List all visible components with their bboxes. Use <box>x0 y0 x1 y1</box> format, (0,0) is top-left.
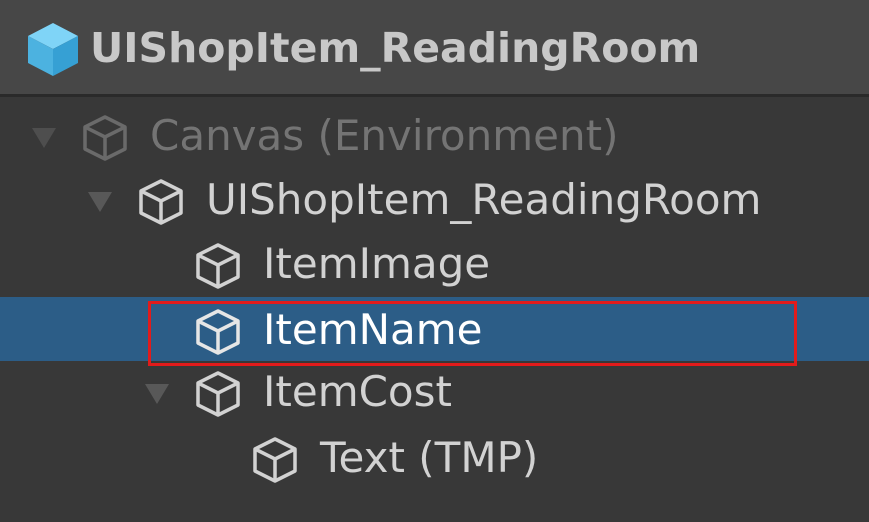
highlight-annotation-box <box>148 301 797 366</box>
tree-item-label: ItemCost <box>263 367 452 416</box>
hierarchy-header: UIShopItem_ReadingRoom <box>0 0 869 97</box>
tree-item-itemimage[interactable]: ItemImage <box>0 231 869 295</box>
gameobject-cube-icon <box>139 179 183 225</box>
expand-arrow-icon[interactable] <box>84 167 114 231</box>
hierarchy-window: UIShopItem_ReadingRoom Canvas (Environme… <box>0 0 869 522</box>
tree-item-canvas-environment[interactable]: Canvas (Environment) <box>0 103 869 167</box>
tree-item-label: Canvas (Environment) <box>150 111 619 160</box>
tree-item-label: Text (TMP) <box>320 433 539 482</box>
tree-item-uishopitem-readingroom[interactable]: UIShopItem_ReadingRoom <box>0 167 869 231</box>
tree-item-itemcost[interactable]: ItemCost <box>0 359 869 423</box>
tree-item-text-tmp[interactable]: Text (TMP) <box>0 425 869 489</box>
prefab-cube-icon <box>28 23 78 76</box>
gameobject-cube-icon <box>83 115 127 161</box>
prefab-title: UIShopItem_ReadingRoom <box>90 24 701 72</box>
tree-item-label: ItemImage <box>263 239 491 288</box>
expand-arrow-icon[interactable] <box>28 103 58 167</box>
gameobject-cube-icon <box>196 243 240 289</box>
expand-arrow-icon[interactable] <box>141 359 171 423</box>
gameobject-cube-icon <box>196 371 240 417</box>
tree-item-label: UIShopItem_ReadingRoom <box>206 175 762 224</box>
gameobject-cube-icon <box>253 437 297 483</box>
